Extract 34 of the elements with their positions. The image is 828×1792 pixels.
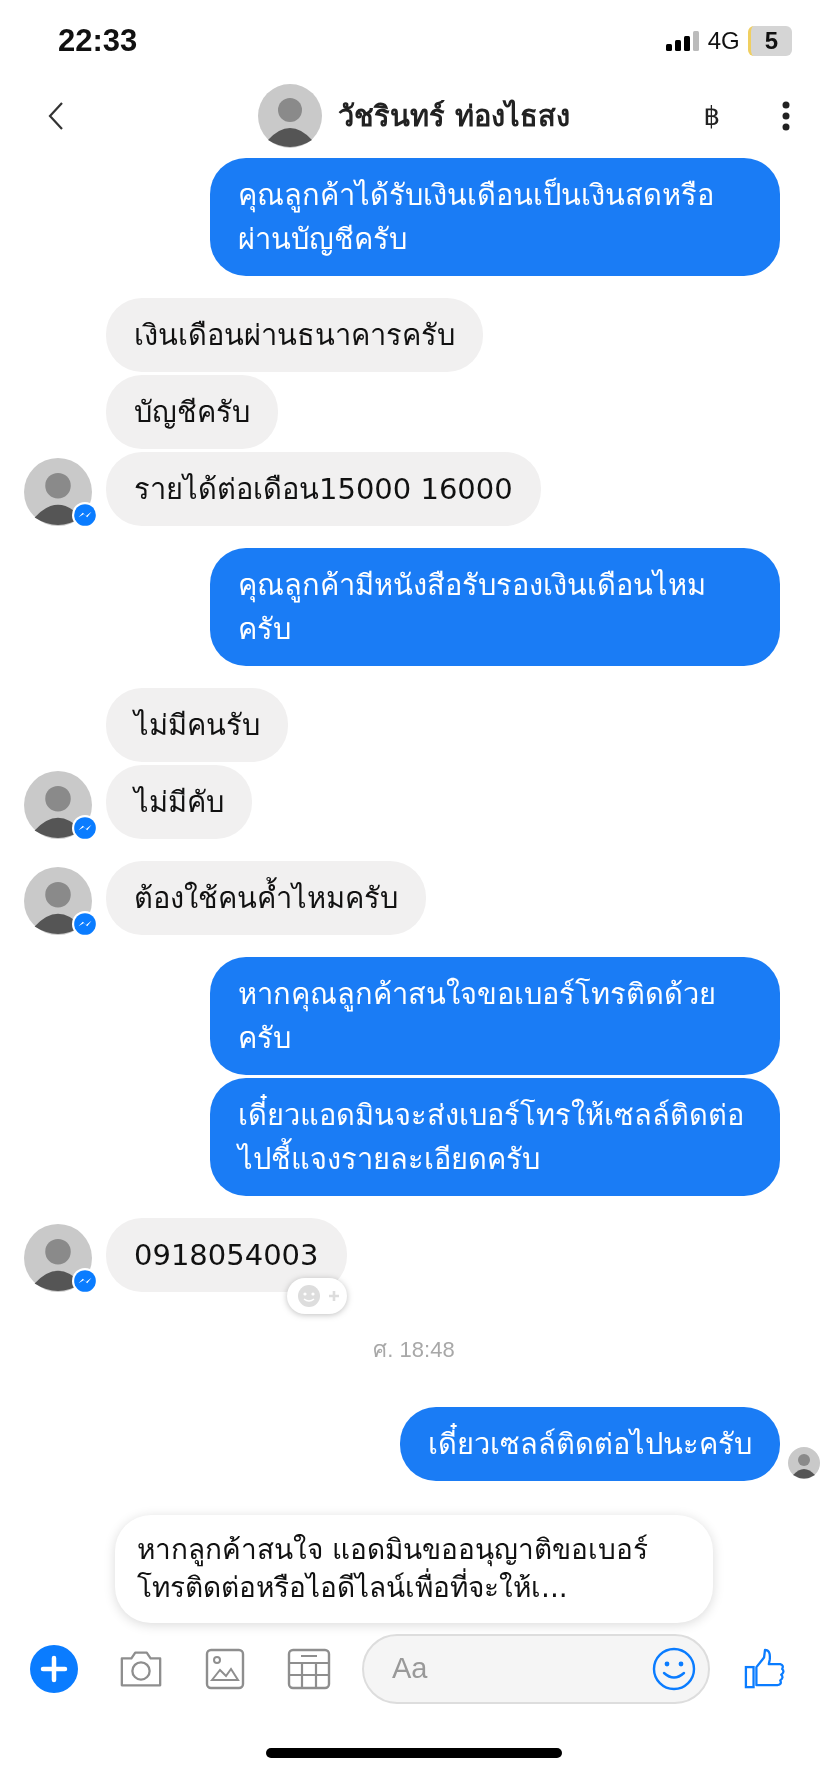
- back-icon[interactable]: [48, 101, 64, 132]
- suggested-reply[interactable]: หากลูกค้าสนใจ แอดมินขออนุญาติขอเบอร์โทรติดต่อหรือไอดีไลน์เพื่อที่จะให้เ...: [115, 1515, 713, 1624]
- message-bubble: หากคุณลูกค้าสนใจขอเบอร์โทรติดด้วยครับ: [210, 957, 780, 1076]
- message-timestamp: ศ. 18:48: [373, 1336, 455, 1365]
- message-bubble: ต้องใช้คนค้ำไหมครับ: [106, 861, 426, 936]
- message-bubble: คุณลูกค้าได้รับเงินเดือนเป็นเงินสดหรือผ่านบัญชีครับ: [210, 158, 780, 277]
- home-indicator[interactable]: [266, 1748, 562, 1759]
- message-bubble: รายได้ต่อเดือน15000 16000: [106, 452, 541, 527]
- message-bubble: เดี๋ยวเซลล์ติดต่อไปนะครับ: [400, 1407, 780, 1482]
- avatar: [788, 1447, 820, 1480]
- network-label: 4G: [707, 27, 740, 55]
- avatar: [257, 84, 322, 149]
- emoji-icon[interactable]: [652, 1646, 696, 1691]
- clock-time: 22:33: [58, 23, 138, 59]
- message-bubble: ไม่มีคับ: [106, 765, 252, 840]
- messenger-badge-icon: [72, 502, 98, 529]
- messenger-badge-icon: [72, 911, 98, 938]
- thumbs-up-icon[interactable]: [744, 1646, 786, 1691]
- message-bubble: เดี๋ยวแอดมินจะส่งเบอร์โทรให้เซลล์ติดต่อไปชี้แจงรายละเอียดครับ: [210, 1078, 780, 1197]
- message-bubble: บัญชีครับ: [106, 375, 278, 450]
- payment-button[interactable]: ฿: [703, 101, 720, 132]
- messenger-badge-icon: [72, 1268, 98, 1295]
- message-input[interactable]: Aa: [362, 1633, 710, 1704]
- battery-indicator: 5: [747, 26, 792, 56]
- message-bubble: คุณลูกค้ามีหนังสือรับรองเงินเดือนไหมครับ: [210, 548, 780, 667]
- more-icon[interactable]: [782, 101, 790, 132]
- table-icon[interactable]: [286, 1647, 332, 1690]
- messenger-badge-icon: [72, 815, 98, 842]
- signal-icon: [665, 31, 700, 51]
- message-bubble: เงินเดือนผ่านธนาคารครับ: [106, 298, 483, 373]
- message-bubble: ไม่มีคนรับ: [106, 688, 288, 763]
- contact-name: วัชรินทร์ ท่องไธสง: [337, 98, 570, 136]
- plus-icon[interactable]: [30, 1644, 78, 1693]
- message-bubble: 0918054003: [106, 1218, 347, 1293]
